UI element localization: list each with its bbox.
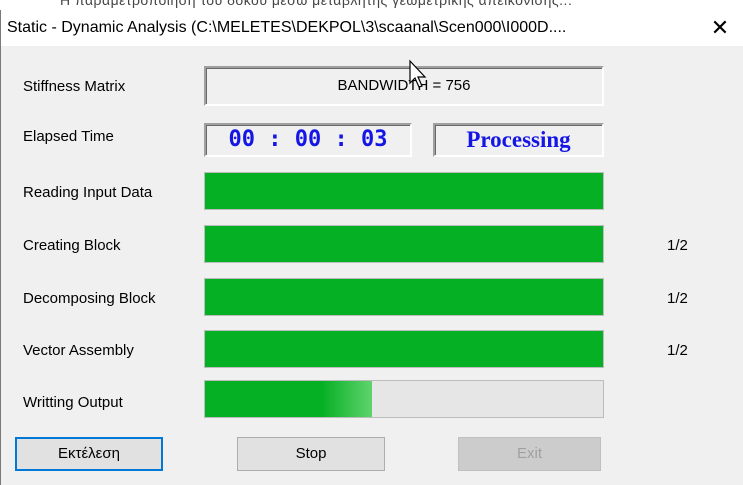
status-display: Processing — [433, 123, 604, 157]
count-decomposing-block: 1/2 — [667, 290, 688, 307]
background-window-strip: Η παραμετροποίηση του δοκού μέσω μεταβλη… — [0, 0, 743, 10]
background-strip-text: Η παραμετροποίηση του δοκού μέσω μεταβλη… — [60, 0, 573, 8]
exit-button[interactable]: Exit — [458, 437, 601, 471]
progress-bar-creating-block — [204, 225, 604, 263]
progress-fill — [205, 331, 603, 367]
run-button[interactable]: Εκτέλεση — [15, 437, 163, 471]
close-icon[interactable]: ✕ — [707, 15, 733, 41]
progress-bar-vector-assembly — [204, 330, 604, 368]
mouse-cursor-icon — [409, 59, 427, 88]
window-title: Static - Dynamic Analysis (C:\MELETES\DE… — [7, 19, 567, 36]
task-label-reading-input: Reading Input Data — [23, 184, 153, 201]
analysis-dialog: Static - Dynamic Analysis (C:\MELETES\DE… — [0, 10, 743, 485]
task-label-decomposing-block: Decomposing Block — [23, 290, 156, 307]
progress-fill — [205, 279, 603, 315]
progress-fill — [205, 226, 603, 262]
progress-bar-writing-output — [204, 380, 604, 418]
progress-bar-decomposing-block — [204, 278, 604, 316]
elapsed-time-label: Elapsed Time — [23, 128, 114, 145]
task-label-writing-output: Writting Output — [23, 394, 123, 411]
count-vector-assembly: 1/2 — [667, 342, 688, 359]
title-bar[interactable]: Static - Dynamic Analysis (C:\MELETES\DE… — [1, 10, 743, 46]
bandwidth-display: BANDWIDTH = 756 — [204, 66, 604, 106]
progress-bar-reading-input — [204, 172, 604, 210]
stop-button[interactable]: Stop — [237, 437, 385, 471]
elapsed-time-display: 00 : 00 : 03 — [204, 123, 412, 157]
progress-fill — [205, 381, 373, 417]
task-label-vector-assembly: Vector Assembly — [23, 342, 134, 359]
stiffness-matrix-label: Stiffness Matrix — [23, 78, 126, 95]
task-label-creating-block: Creating Block — [23, 237, 121, 254]
count-creating-block: 1/2 — [667, 237, 688, 254]
progress-fill — [205, 173, 603, 209]
